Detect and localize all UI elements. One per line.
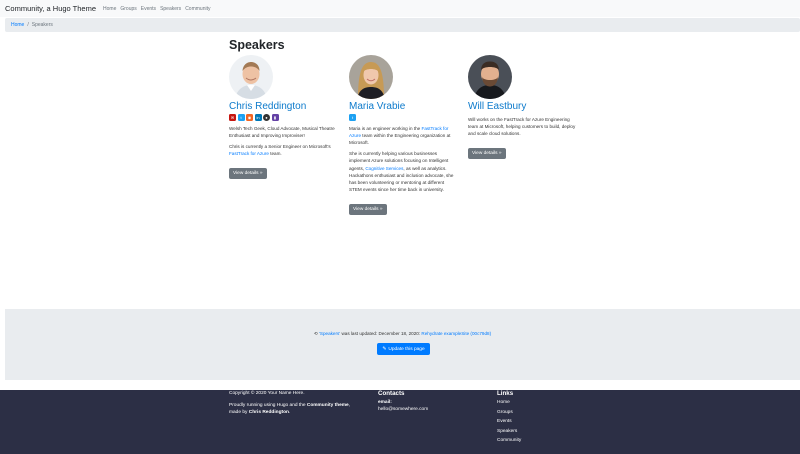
- footer-text: Proudly running using Hugo and the: [229, 402, 307, 408]
- footer-link-groups[interactable]: Groups: [497, 410, 521, 415]
- github-icon[interactable]: ●: [263, 114, 270, 121]
- nav-home[interactable]: Home: [103, 6, 116, 12]
- bio-paragraph: Welsh Tech Geek, Cloud Advocate, Musical…: [229, 126, 335, 139]
- twitter-icon[interactable]: t: [237, 114, 245, 121]
- footer-contacts: Contacts email: hello@somewhere.com: [378, 390, 428, 413]
- last-updated-label: was last updated: December 18, 2020:: [340, 331, 422, 336]
- footer-link-home[interactable]: Home: [497, 400, 521, 405]
- social-links: ✉ t ◉ in ● ▮: [229, 114, 337, 121]
- speaker-card-will: Will Eastbury Will works on the FastTrac…: [468, 55, 576, 160]
- last-updated-text: ⟲ 'Speakers' was last updated: December …: [5, 331, 800, 337]
- rss-icon[interactable]: ◉: [246, 114, 253, 121]
- footer-text: ,: [348, 402, 351, 408]
- bio-text: team.: [268, 151, 282, 157]
- speaker-card-chris: Chris Reddington ✉ t ◉ in ● ▮ Welsh Tech…: [229, 55, 337, 180]
- footer-text: .: [288, 410, 291, 416]
- top-navbar: Community, a Hugo Theme Home Groups Even…: [0, 0, 800, 17]
- speaker-name-link[interactable]: Maria Vrabie: [349, 101, 457, 112]
- bio-text: Chris is currently a Senior Engineer on …: [229, 144, 331, 150]
- bio-paragraph: Will works on the FastTrack for Azure En…: [468, 117, 576, 137]
- nav-events[interactable]: Events: [141, 6, 156, 12]
- view-details-button[interactable]: View details »: [349, 203, 387, 215]
- breadcrumb-home[interactable]: Home: [11, 22, 24, 28]
- footer-link-speakers[interactable]: Speakers: [497, 429, 521, 434]
- footer-link-events[interactable]: Events: [497, 419, 521, 424]
- fasttrack-link[interactable]: FastTrack for Azure: [229, 151, 269, 156]
- history-icon: ⟲: [313, 331, 318, 336]
- speaker-bio: Maria is an engineer working in the Fast…: [349, 125, 457, 193]
- nav-community[interactable]: Community: [185, 6, 210, 12]
- footer-link-community[interactable]: Community: [497, 438, 521, 443]
- bio-paragraph: Chris is currently a Senior Engineer on …: [229, 143, 337, 157]
- social-links: t: [349, 114, 457, 121]
- footer-made-by: made by Chris Reddington.: [229, 409, 350, 417]
- footer-about: Copyright © 2020 Your Name Here. Proudly…: [229, 390, 350, 417]
- speaker-avatar[interactable]: [229, 55, 273, 99]
- bio-paragraph: Maria is an engineer working in the Fast…: [349, 125, 457, 146]
- brand-link[interactable]: Community, a Hugo Theme: [5, 4, 96, 13]
- footer-links: Links Home Groups Events Speakers Commun…: [497, 390, 521, 448]
- nav-groups[interactable]: Groups: [120, 6, 136, 12]
- view-details-button[interactable]: View details »: [229, 168, 267, 180]
- update-page-label: Update this page: [388, 346, 425, 352]
- site-footer: Copyright © 2020 Your Name Here. Proudly…: [0, 390, 800, 454]
- contacts-heading: Contacts: [378, 390, 405, 397]
- speaker-avatar[interactable]: [349, 55, 393, 99]
- speaker-name-link[interactable]: Chris Reddington: [229, 101, 337, 112]
- update-page-button[interactable]: ✎ Update this page: [377, 343, 430, 355]
- bio-text: team within the Engineering organization…: [349, 133, 451, 146]
- speaker-name-link[interactable]: Will Eastbury: [468, 101, 576, 112]
- author-link[interactable]: Chris Reddington: [249, 410, 289, 415]
- links-heading: Links: [497, 390, 514, 397]
- main-content: Speakers Chris Reddington ✉ t ◉ in ● ▮ W…: [229, 38, 589, 215]
- linkedin-icon[interactable]: in: [254, 114, 262, 121]
- footer-powered: Proudly running using Hugo and the Commu…: [229, 402, 350, 410]
- page-link[interactable]: 'Speakers': [319, 331, 340, 336]
- breadcrumb-current: Speakers: [31, 22, 53, 28]
- breadcrumb-separator: /: [27, 22, 29, 28]
- speaker-avatar[interactable]: [468, 55, 512, 99]
- view-details-button[interactable]: View details »: [468, 148, 506, 160]
- last-updated-section: ⟲ 'Speakers' was last updated: December …: [5, 309, 800, 380]
- twitter-icon[interactable]: t: [349, 114, 356, 121]
- email-link[interactable]: hello@somewhere.com: [378, 407, 428, 414]
- footer-copyright: Copyright © 2020 Your Name Here.: [229, 391, 305, 396]
- commit-link[interactable]: Rehydrate exampleSite (00c79d8): [421, 331, 491, 336]
- twitch-icon[interactable]: ▮: [271, 114, 279, 121]
- edit-icon: ✎: [382, 346, 387, 352]
- cognitive-services-link[interactable]: Cognitive Services: [365, 166, 403, 171]
- page-title: Speakers: [229, 38, 285, 52]
- bio-paragraph: She is currently helping various busines…: [349, 150, 457, 193]
- breadcrumb: Home / Speakers: [5, 18, 800, 32]
- footer-text: made by: [229, 410, 249, 416]
- email-icon[interactable]: ✉: [229, 114, 236, 121]
- speaker-bio: Will works on the FastTrack for Azure En…: [468, 116, 576, 137]
- email-label: email:: [378, 400, 392, 405]
- bio-text: Maria is an engineer working in the: [349, 126, 422, 131]
- speaker-bio: Welsh Tech Geek, Cloud Advocate, Musical…: [229, 125, 337, 157]
- speaker-card-maria: Maria Vrabie t Maria is an engineer work…: [349, 55, 457, 215]
- nav-speakers[interactable]: Speakers: [160, 6, 181, 12]
- theme-link[interactable]: Community theme: [307, 403, 349, 408]
